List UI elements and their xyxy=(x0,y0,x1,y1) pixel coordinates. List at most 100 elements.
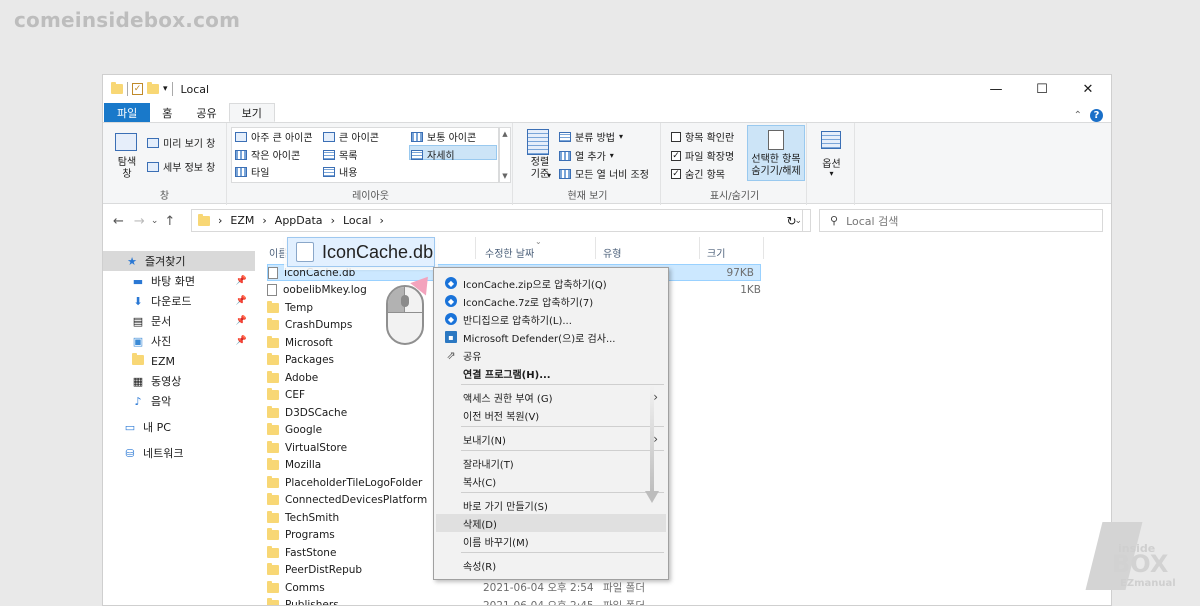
database-file-icon xyxy=(296,242,314,262)
menu-item-create-shortcut[interactable]: 바로 가기 만들기(S) xyxy=(436,496,666,514)
up-icon[interactable]: ↑ xyxy=(164,214,175,229)
menu-item-send-to[interactable]: 보내기(N) › xyxy=(436,430,666,448)
menu-item-zip[interactable]: ◆ IconCache.zip으로 압축하기(Q) xyxy=(436,274,666,292)
scroll-down-icon[interactable]: ▼ xyxy=(502,172,507,180)
nav-item-network[interactable]: ⛁ 네트워크 xyxy=(103,443,255,463)
nav-item-videos[interactable]: ▦ 동영상 xyxy=(103,371,255,391)
layout-large-icons[interactable]: 큰 아이콘 xyxy=(323,129,379,144)
column-divider[interactable] xyxy=(699,237,700,259)
menu-item-7z[interactable]: ◆ IconCache.7z로 압축하기(7) xyxy=(436,292,666,310)
layout-content[interactable]: 내용 xyxy=(323,164,357,179)
forward-icon[interactable]: → xyxy=(134,214,145,229)
column-header-type[interactable]: 유형 xyxy=(603,245,621,260)
add-column-button[interactable]: 열 추가 ▾ xyxy=(559,148,614,163)
nav-item-downloads[interactable]: ⬇ 다운로드 📌 xyxy=(103,291,255,311)
menu-item-rename[interactable]: 이름 바꾸기(M) xyxy=(436,532,666,550)
sort-icon[interactable] xyxy=(527,129,549,155)
video-icon: ▦ xyxy=(132,374,144,388)
menu-item-restore-versions[interactable]: 이전 버전 복원(V) xyxy=(436,406,666,424)
address-bar[interactable]: › EZM › AppData › Local › ⌄ xyxy=(191,209,811,232)
recent-dropdown-icon[interactable]: ⌄ xyxy=(151,216,159,226)
sort-dropdown-icon[interactable]: ▾ xyxy=(547,171,551,180)
breadcrumb-appdata[interactable]: AppData xyxy=(275,214,323,227)
nav-item-music[interactable]: ♪ 음악 xyxy=(103,391,255,411)
group-by-button[interactable]: 분류 방법 ▾ xyxy=(559,129,623,144)
item-checkboxes-toggle[interactable]: 항목 확인란 xyxy=(671,129,734,144)
column-header-date[interactable]: 수정한 날짜 xyxy=(485,245,534,260)
hide-selected-button[interactable]: 선택한 항목 숨기기/해제 xyxy=(747,125,805,181)
layout-tiles[interactable]: 타일 xyxy=(235,164,269,179)
nav-item-pictures[interactable]: ▣ 사진 📌 xyxy=(103,331,255,351)
file-extensions-toggle[interactable]: ✓ 파일 확장명 xyxy=(671,148,734,163)
pin-icon[interactable]: 📌 xyxy=(236,296,247,306)
pin-icon[interactable]: 📌 xyxy=(236,336,247,346)
tab-view[interactable]: 보기 xyxy=(228,103,275,122)
hidden-items-toggle[interactable]: ✓ 숨긴 항목 xyxy=(671,166,725,181)
tab-home[interactable]: 홈 xyxy=(150,103,184,122)
nav-item-desktop[interactable]: ▬ 바탕 화면 📌 xyxy=(103,271,255,291)
menu-item-give-access[interactable]: 액세스 권한 부여 (G) › xyxy=(436,388,666,406)
nav-item-documents[interactable]: ▤ 문서 📌 xyxy=(103,311,255,331)
quick-access-dropdown-icon[interactable]: ▾ xyxy=(163,84,168,94)
checkbox-unchecked[interactable] xyxy=(671,131,681,142)
column-divider[interactable] xyxy=(475,237,476,259)
file-row[interactable]: Publishers 2021-06-04 오후 2:45 파일 폴더 xyxy=(267,597,767,606)
menu-item-label: 이름 바꾸기(M) xyxy=(463,537,529,549)
layout-small-icons[interactable]: 작은 아이콘 xyxy=(235,147,300,162)
maximize-button[interactable]: ☐ xyxy=(1019,75,1065,103)
checkbox-checked[interactable]: ✓ xyxy=(671,150,681,161)
menu-item-copy[interactable]: 복사(C) xyxy=(436,472,666,490)
tab-share[interactable]: 공유 xyxy=(184,103,228,122)
menu-item-defender[interactable]: ▪ Microsoft Defender(으)로 검사... xyxy=(436,328,666,346)
bandizip-icon: ◆ xyxy=(445,313,457,325)
menu-item-share[interactable]: ⇗ 공유 xyxy=(436,346,666,364)
layout-label: 타일 xyxy=(251,168,270,179)
collapse-ribbon-icon[interactable]: ⌃ xyxy=(1074,110,1082,121)
menu-item-delete[interactable]: 삭제(D) xyxy=(436,514,666,532)
close-button[interactable]: ✕ xyxy=(1065,75,1111,103)
file-name: ConnectedDevicesPlatform xyxy=(285,494,428,506)
layout-scroll[interactable]: ▲ ▼ xyxy=(499,127,511,183)
minimize-button[interactable]: — xyxy=(973,75,1019,103)
folder-icon xyxy=(267,335,279,348)
nav-item-ezm[interactable]: EZM xyxy=(103,351,255,371)
layout-details[interactable]: 자세히 xyxy=(411,147,455,162)
menu-item-bandizip[interactable]: ◆ 반디집으로 압축하기(L)... xyxy=(436,310,666,328)
new-folder-icon[interactable] xyxy=(147,82,159,94)
details-pane-button[interactable]: 세부 정보 창 xyxy=(147,159,215,174)
menu-item-cut[interactable]: 잘라내기(T) xyxy=(436,454,666,472)
refresh-button[interactable]: ↻ xyxy=(781,209,803,232)
nav-item-this-pc[interactable]: ▭ 내 PC xyxy=(103,417,255,437)
layout-medium-icons[interactable]: 보통 아이콘 xyxy=(411,129,476,144)
pin-icon[interactable]: 📌 xyxy=(236,276,247,286)
column-header-size[interactable]: 크기 xyxy=(707,245,725,260)
search-box[interactable]: ⚲ Local 검색 xyxy=(819,209,1103,232)
help-icon[interactable]: ? xyxy=(1090,109,1103,122)
column-divider[interactable] xyxy=(763,237,764,259)
pin-icon[interactable]: 📌 xyxy=(236,316,247,326)
nav-pane-icon[interactable] xyxy=(115,133,137,151)
tab-file[interactable]: 파일 xyxy=(104,103,151,122)
preview-pane-button[interactable]: 미리 보기 창 xyxy=(147,135,215,150)
column-divider[interactable] xyxy=(595,237,596,259)
checkbox-checked[interactable]: ✓ xyxy=(671,168,681,179)
menu-item-properties[interactable]: 속성(R) xyxy=(436,556,666,574)
sort-by-button[interactable]: 정렬 기준 xyxy=(521,157,559,181)
menu-item-open-with[interactable]: 연결 프로그램(H)... xyxy=(436,364,666,382)
column-header-name[interactable]: 이름 xyxy=(269,245,287,260)
layout-extra-large-icons[interactable]: 아주 큰 아이콘 xyxy=(235,129,313,144)
layout-list[interactable]: 목록 xyxy=(323,147,357,162)
properties-icon[interactable]: ✓ xyxy=(132,83,143,95)
file-name: Publishers xyxy=(285,599,339,606)
scroll-up-icon[interactable]: ▲ xyxy=(502,130,507,138)
options-icon[interactable] xyxy=(821,131,841,149)
back-icon[interactable]: ← xyxy=(113,214,124,229)
breadcrumb-local[interactable]: Local xyxy=(343,214,372,227)
options-button[interactable]: 옵션 xyxy=(809,155,854,170)
file-row[interactable]: Comms 2021-06-04 오후 2:54 파일 폴더 xyxy=(267,579,767,596)
options-dropdown-icon[interactable]: ▾ xyxy=(809,169,854,178)
nav-item-quick-access[interactable]: ★ 즐겨찾기 xyxy=(103,251,255,271)
breadcrumb-ezm[interactable]: EZM xyxy=(230,214,254,227)
fit-columns-button[interactable]: 모든 열 너비 조정 xyxy=(559,166,649,181)
nav-pane-button[interactable]: 탐색 창 xyxy=(111,157,143,181)
